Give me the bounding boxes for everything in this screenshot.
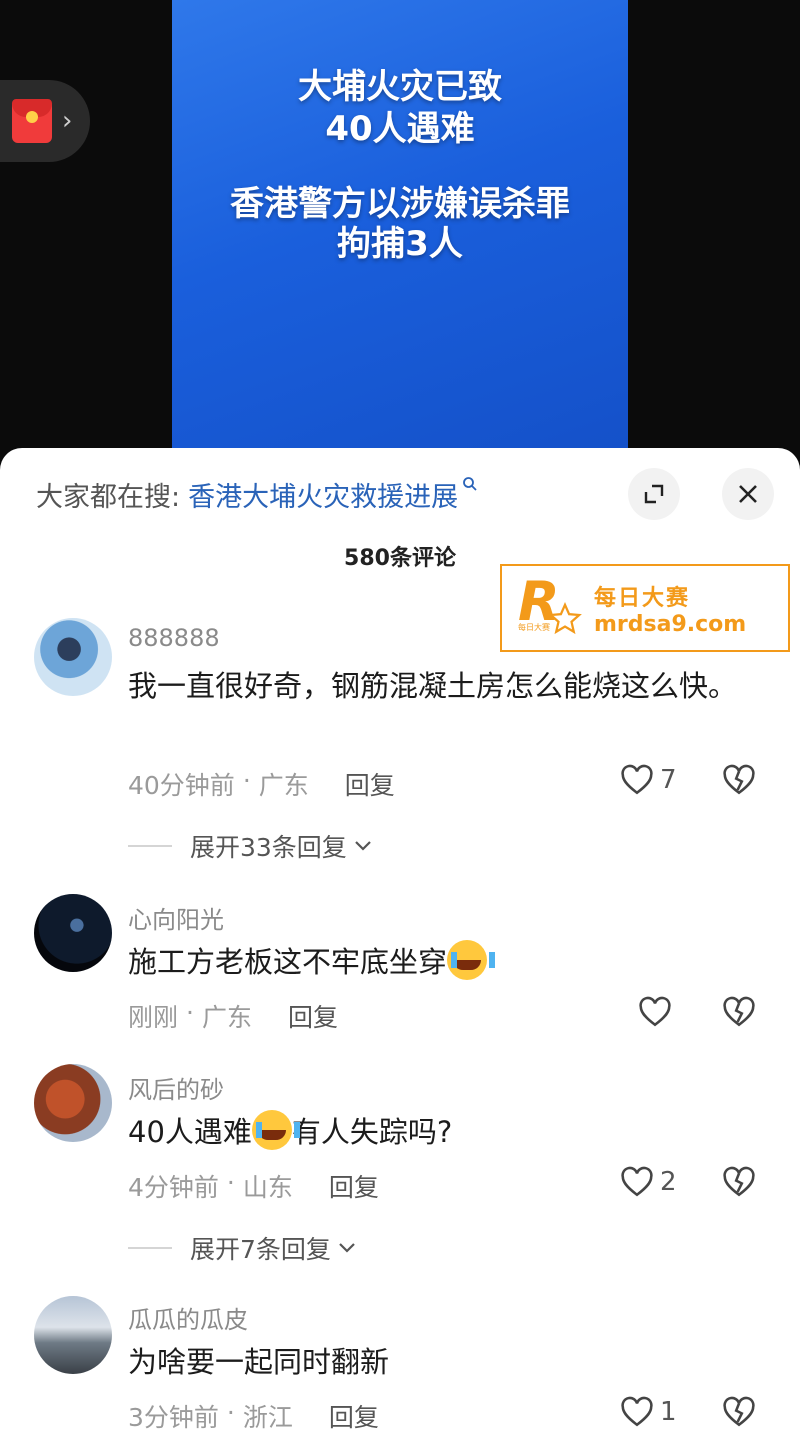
heart-outline-icon [621,1166,653,1197]
avatar[interactable] [34,894,112,972]
heart-outline-icon [621,764,653,795]
comment-text: 我一直很好奇，钢筋混凝土房怎么能烧这么快。 [128,669,738,703]
comment-meta: 3分钟前 · 浙江 回复 [128,1398,379,1434]
comment-location: 山东 [242,1173,293,1202]
like-button[interactable]: 2 [620,1166,678,1198]
comment-username[interactable]: 心向阳光 [128,900,224,935]
watermark-url: mrdsa9.com [594,611,747,637]
reply-button[interactable]: 回复 [345,766,395,802]
watermark-logo: R 每日大赛 每日大赛 mrdsa9.com [500,564,790,652]
like-button[interactable]: 7 [620,764,678,796]
video-headline-line1: 大埔火灾已致 [298,67,502,107]
comment-location: 广东 [258,771,309,800]
laughing-crying-emoji-icon [447,940,496,980]
broken-heart-icon [723,764,755,795]
watermark-title: 每日大赛 [594,585,691,611]
chevron-right-icon: › [62,106,73,136]
dislike-button[interactable] [722,764,756,800]
close-icon [739,485,757,503]
reply-button[interactable]: 回复 [329,1168,379,1204]
dislike-button[interactable] [722,1396,756,1432]
comment-meta: 40分钟前 · 广东 回复 [128,766,395,802]
comment-text-before: 40人遇难 [128,1115,252,1149]
reply-button[interactable]: 回复 [329,1398,379,1434]
comment-username[interactable]: 风后的砂 [128,1070,224,1105]
like-button[interactable]: 1 [620,1396,678,1428]
comment-time: 3分钟前 [128,1403,219,1432]
expand-replies-label: 展开7条回复 [190,1235,331,1264]
comment-sheet: 大家都在搜: 香港大埔火灾救援进展 580条评论 R 每日大赛 每日大赛 mrd… [0,448,800,1446]
heart-outline-icon [621,1396,653,1427]
avatar[interactable] [34,1064,112,1142]
comment-time: 刚刚 [128,1003,179,1032]
comment-username[interactable]: 瓜瓜的瓜皮 [128,1300,248,1335]
video-sub-line1: 香港警方以涉嫌误杀罪 [230,184,570,224]
expand-replies-button[interactable]: 展开33条回复 [128,828,373,864]
comment-location: 广东 [201,1003,252,1032]
broken-heart-icon [723,1166,755,1197]
broken-heart-icon [723,996,755,1027]
broken-heart-icon [723,1396,755,1427]
expand-replies-label: 展开33条回复 [190,833,347,862]
video-sub-line2: 拘捕3人 [337,224,463,264]
comment-meta: 刚刚 · 广东 回复 [128,998,338,1034]
like-count: 2 [660,1167,677,1197]
crying-emoji-icon [251,1110,300,1150]
trending-search[interactable]: 大家都在搜: 香港大埔火灾救援进展 [36,474,478,514]
red-packet-icon [12,99,52,143]
comment-username[interactable]: 888888 [128,624,220,652]
close-sheet-button[interactable] [722,468,774,520]
red-packet-button[interactable]: › [0,80,90,162]
comment-time: 4分钟前 [128,1173,219,1202]
comment-time: 40分钟前 [128,771,235,800]
trending-search-term[interactable]: 香港大埔火灾救援进展 [188,475,458,514]
comment-text: 40人遇难 有人失踪吗? [128,1108,748,1156]
video-headline-line2: 40人遇难 [325,109,475,149]
heart-outline-icon [639,996,671,1027]
comment-location: 浙江 [242,1403,293,1432]
like-button[interactable] [638,996,672,1028]
chevron-down-icon [337,1236,357,1261]
video-subheadline: 香港警方以涉嫌误杀罪 拘捕3人 [172,184,628,264]
comment-text-content: 施工方老板这不牢底坐穿 [128,945,448,979]
comment-text: 为啥要一起同时翻新 [128,1345,390,1379]
trending-search-prefix: 大家都在搜: [36,481,181,513]
expand-replies-button[interactable]: 展开7条回复 [128,1230,357,1266]
video-frame: 大埔火灾已致 40人遇难 香港警方以涉嫌误杀罪 拘捕3人 [172,0,628,470]
video-player[interactable]: 大埔火灾已致 40人遇难 香港警方以涉嫌误杀罪 拘捕3人 › [0,0,800,470]
reply-button[interactable]: 回复 [288,998,338,1034]
expand-icon [644,484,664,504]
dislike-button[interactable] [722,996,756,1032]
video-headline: 大埔火灾已致 40人遇难 [172,66,628,150]
dislike-button[interactable] [722,1166,756,1202]
comment-meta: 4分钟前 · 山东 回复 [128,1168,379,1204]
expand-sheet-button[interactable] [628,468,680,520]
watermark-logo-caption: 每日大赛 [518,623,550,632]
watermark-r-logo: R 每日大赛 [518,570,582,640]
avatar[interactable] [34,618,112,696]
chevron-down-icon [353,834,373,859]
comment-text: 施工方老板这不牢底坐穿 [128,938,748,986]
avatar[interactable] [34,1296,112,1374]
like-count: 7 [660,765,677,795]
search-icon [462,476,478,497]
comment-text-after: 有人失踪吗? [291,1115,453,1149]
like-count: 1 [660,1397,677,1427]
